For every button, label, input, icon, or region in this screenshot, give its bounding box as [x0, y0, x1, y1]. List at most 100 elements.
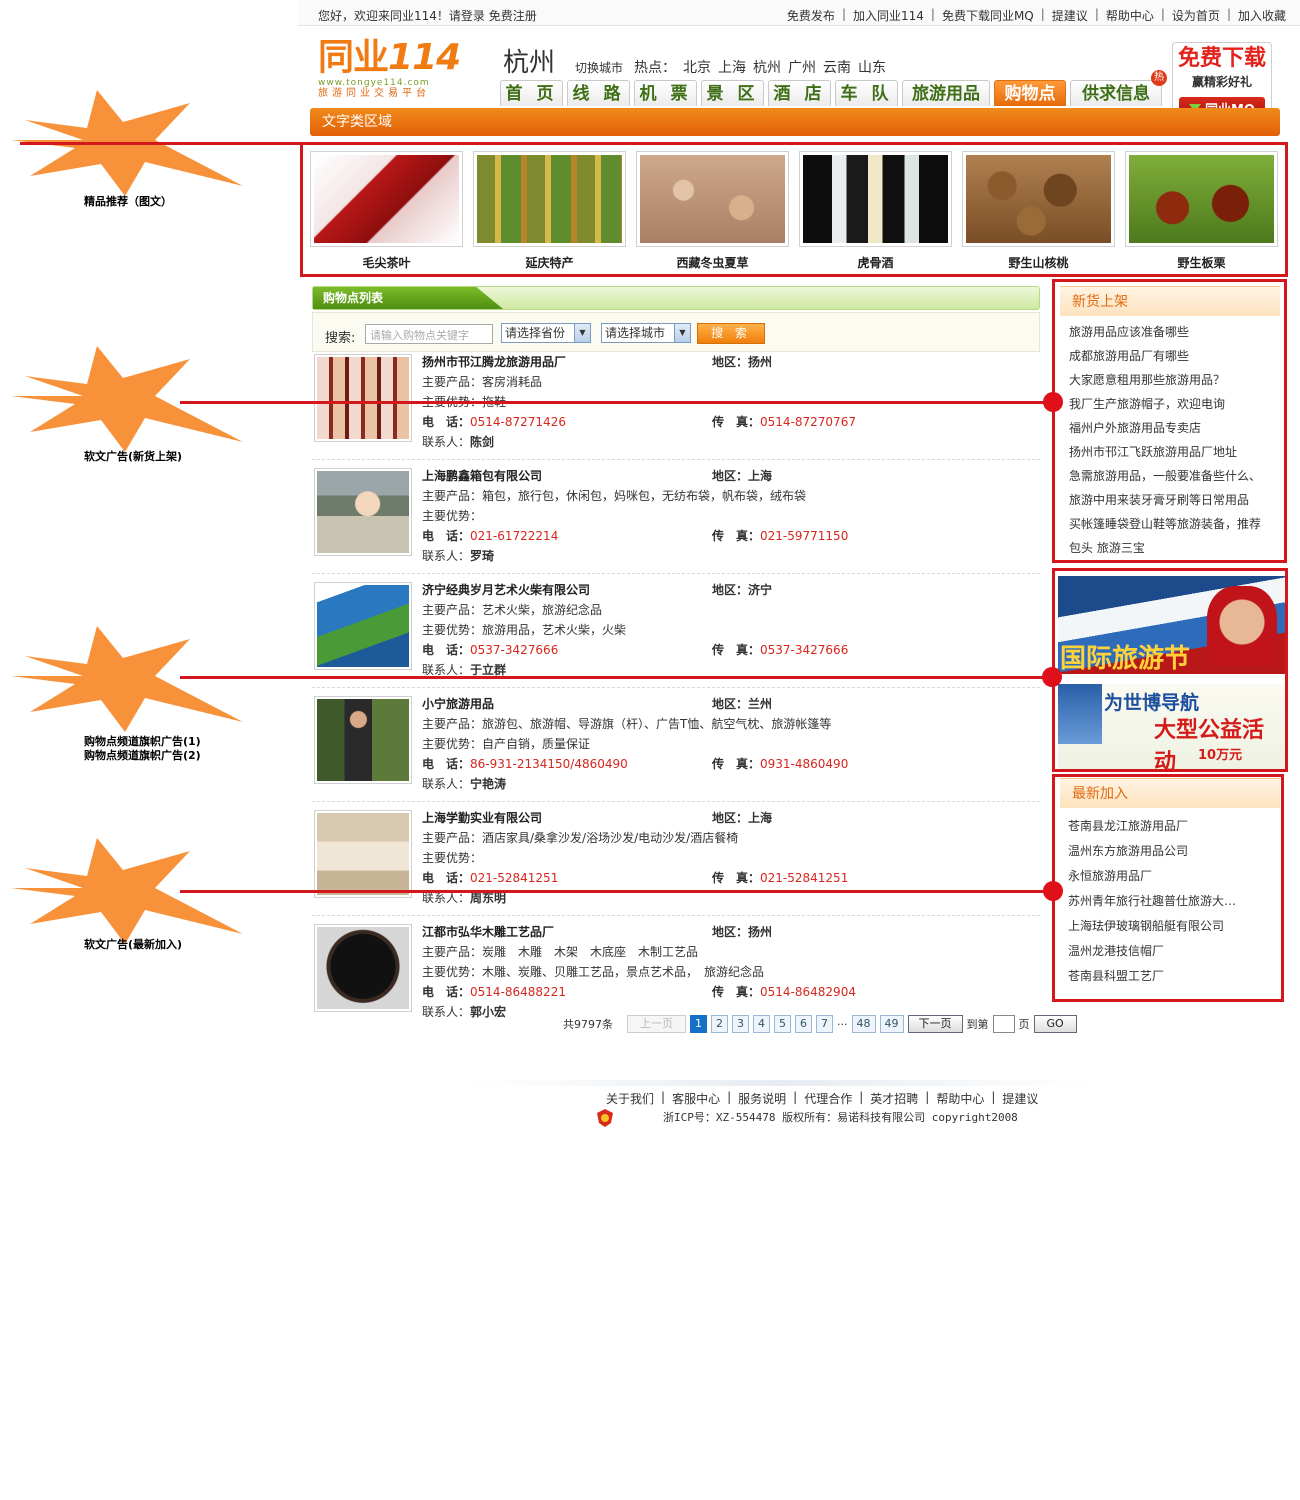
item-thumbnail[interactable] [314, 810, 412, 898]
item-advantage: 木雕、炭雕、贝雕工艺品，景点艺术品， 旅游纪念品 [482, 965, 765, 979]
top-link-help[interactable]: 帮助中心 [1106, 7, 1154, 24]
promo-title: 免费下载 [1177, 46, 1266, 71]
item-thumbnail[interactable] [314, 924, 412, 1012]
footer-link[interactable]: 关于我们 [606, 1090, 654, 1107]
item-products: 箱包，旅行包，休闲包，妈咪包，无纺布袋，帆布袋，绒布袋 [482, 489, 807, 503]
footer-link[interactable]: 代理合作 [804, 1090, 852, 1107]
hot-city-link[interactable]: 北京 [683, 57, 711, 77]
contact-label: 联系人： [422, 891, 471, 905]
search-button[interactable]: 搜 索 [697, 323, 765, 344]
annotation-line [20, 142, 302, 145]
page-button[interactable]: 3 [732, 1015, 749, 1033]
logo-url: www.tongye114.com [318, 78, 430, 88]
item-thumbnail[interactable] [314, 354, 412, 442]
top-link-homepage[interactable]: 设为首页 [1172, 7, 1220, 24]
phone-label: 电 话： [422, 985, 471, 999]
item-name[interactable]: 上海学勤实业有限公司 [422, 811, 542, 825]
footer-link[interactable]: 英才招聘 [870, 1090, 918, 1107]
list-item: 扬州市邗江腾龙旅游用品厂地区：扬州 主要产品：客房消耗品 主要优势：拖鞋 电 话… [312, 352, 1040, 460]
advantage-label: 主要优势： [422, 509, 483, 523]
prev-page-button[interactable]: 上一页 [627, 1015, 686, 1033]
nav-tab-fleet[interactable]: 车 队 [835, 80, 898, 106]
annotation-label-new-join: 软文广告(最新加入) [84, 938, 183, 951]
annotation-box-new-join [1052, 774, 1284, 1002]
page-button[interactable]: 1 [690, 1015, 707, 1033]
nav-tab-hotels[interactable]: 酒 店 [768, 80, 831, 106]
go-button[interactable]: GO [1033, 1015, 1077, 1033]
page-button[interactable]: 48 [851, 1015, 876, 1033]
footer-link[interactable]: 客服中心 [672, 1090, 720, 1107]
footer-link[interactable]: 服务说明 [738, 1090, 786, 1107]
top-link-favorite[interactable]: 加入收藏 [1238, 7, 1286, 24]
footer-divider [470, 1080, 1090, 1086]
page-button[interactable]: 4 [753, 1015, 770, 1033]
item-fax: 021-59771150 [760, 529, 849, 543]
annotation-label-banner-2: 购物点频道旗帜广告(2) [84, 749, 201, 762]
footer-link[interactable]: 帮助中心 [936, 1090, 984, 1107]
goto-label: 到第 [966, 1018, 989, 1031]
switch-city-link[interactable]: 切换城市 [575, 59, 623, 76]
item-region: 扬州 [748, 355, 773, 369]
search-input[interactable]: 请输入购物点关键字 [365, 324, 493, 344]
goto-page-input[interactable] [992, 1015, 1015, 1033]
page-button[interactable]: 49 [879, 1015, 904, 1033]
nav-tab-scenic[interactable]: 景 区 [701, 80, 764, 106]
nav-tab-home[interactable]: 首 页 [500, 80, 563, 106]
police-badge-icon[interactable] [597, 1109, 613, 1127]
products-label: 主要产品： [422, 717, 483, 731]
nav-tab-supply-demand[interactable]: 供求信息 [1070, 80, 1162, 106]
item-thumbnail[interactable] [314, 696, 412, 784]
products-label: 主要产品： [422, 603, 483, 617]
hot-city-link[interactable]: 上海 [718, 57, 746, 77]
item-name[interactable]: 小宁旅游用品 [422, 697, 494, 711]
page-button[interactable]: 5 [774, 1015, 791, 1033]
item-name[interactable]: 济宁经典岁月艺术火柴有限公司 [422, 583, 590, 597]
annotation-box-new-goods [1052, 279, 1287, 563]
item-name[interactable]: 上海鹏鑫箱包有限公司 [422, 469, 542, 483]
top-link-join[interactable]: 加入同业114 [853, 7, 924, 24]
fax-label: 传 真： [712, 871, 761, 885]
hot-city-link[interactable]: 云南 [823, 57, 851, 77]
annotation-line [180, 890, 1052, 893]
nav-tab-flights[interactable]: 机 票 [634, 80, 697, 106]
welcome-text[interactable]: 您好，欢迎来同业114！请登录 免费注册 [318, 7, 537, 24]
top-link-download-mq[interactable]: 免费下载同业MQ [942, 7, 1034, 24]
item-region: 上海 [748, 469, 773, 483]
annotation-starburst-icon [11, 626, 243, 732]
item-thumbnail[interactable] [314, 468, 412, 556]
fax-label: 传 真： [712, 985, 761, 999]
annotation-box-banners [1052, 568, 1288, 772]
nav-tab-shopping[interactable]: 购物点 [994, 80, 1066, 106]
nav-tab-routes[interactable]: 线 路 [567, 80, 630, 106]
page-button[interactable]: 2 [711, 1015, 728, 1033]
item-advantage: 自产自销，质量保证 [482, 737, 591, 751]
pagination: 共9797条 上一页 1 2 3 4 5 6 7 ··· 48 49 下一页 到… [563, 1013, 1077, 1035]
item-fax: 0537-3427666 [760, 643, 849, 657]
item-name[interactable]: 扬州市邗江腾龙旅游用品厂 [422, 355, 566, 369]
city-select-value: 请选择城市 [605, 326, 666, 340]
phone-label: 电 话： [422, 415, 471, 429]
contact-label: 联系人： [422, 1005, 471, 1019]
phone-label: 电 话： [422, 871, 471, 885]
page-button[interactable]: 7 [816, 1015, 833, 1033]
chevron-down-icon: ▼ [574, 324, 590, 342]
hot-city-link[interactable]: 山东 [858, 57, 886, 77]
nav-tab-travel-goods[interactable]: 旅游用品 [902, 80, 990, 106]
main-nav: 首 页 线 路 机 票 景 区 酒 店 车 队 旅游用品 购物点 供求信息 [500, 80, 1162, 106]
footer-link[interactable]: 提建议 [1002, 1090, 1038, 1107]
page-button[interactable]: 6 [795, 1015, 812, 1033]
top-link-publish[interactable]: 免费发布 [787, 7, 835, 24]
contact-label: 联系人： [422, 549, 471, 563]
fax-label: 传 真： [712, 529, 761, 543]
item-products: 客房消耗品 [482, 375, 543, 389]
hot-city-link[interactable]: 广州 [788, 57, 816, 77]
city-select[interactable]: 请选择城市 ▼ [601, 323, 691, 343]
province-select[interactable]: 请选择省份 ▼ [501, 323, 591, 343]
item-name[interactable]: 江都市弘华木雕工艺品厂 [422, 925, 554, 939]
item-thumbnail[interactable] [314, 582, 412, 670]
site-logo[interactable]: 同业114 www.tongye114.com 旅游同业交易平台 [318, 38, 486, 102]
hot-city-link[interactable]: 杭州 [753, 57, 781, 77]
next-page-button[interactable]: 下一页 [907, 1015, 963, 1033]
top-link-suggest[interactable]: 提建议 [1052, 7, 1088, 24]
annotation-dot [1043, 881, 1063, 901]
